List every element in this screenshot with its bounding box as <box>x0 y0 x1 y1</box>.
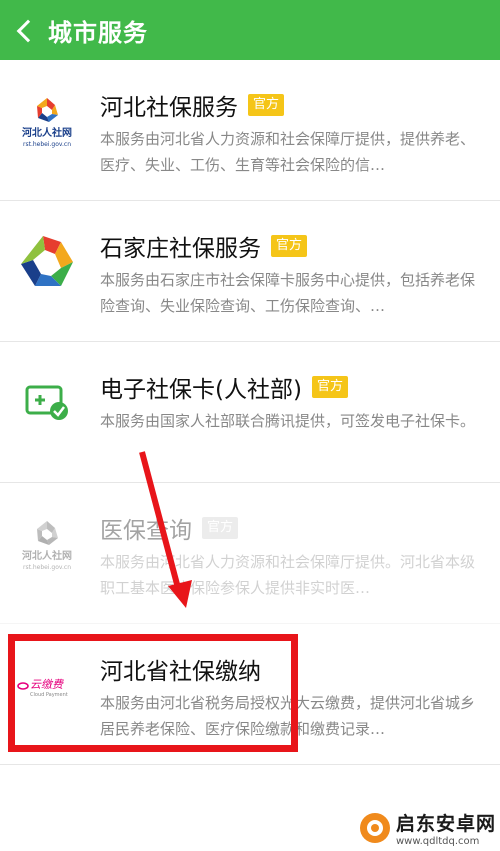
service-description: 本服务由河北省人力资源和社会保障厅提供，提供养老、医疗、失业、工伤、生育等社会保… <box>100 130 475 174</box>
service-title: 电子社保卡(人社部) <box>100 377 302 403</box>
e-card-icon <box>16 372 78 434</box>
page-title: 城市服务 <box>48 18 148 47</box>
official-badge: 官方 <box>248 94 285 116</box>
service-description: 本服务由石家庄市社会保障卡服务中心提供，包括养老保险查询、失业保险查询、工伤保险… <box>100 271 475 315</box>
header-bar: 城市服务 <box>0 0 500 60</box>
service-item-hebei-social-security[interactable]: 河北人社网 rst.hebei.gov.cn 河北社保服务 官方 本服务由河北省… <box>0 60 500 201</box>
service-description: 本服务由国家人社部联合腾讯提供，可签发电子社保卡。 <box>100 412 475 430</box>
watermark-name: 启东安卓网 <box>395 813 496 835</box>
service-item-medical-insurance-query[interactable]: 河北人社网 rst.hebei.gov.cn 医保查询 官方 本服务由河北省人力… <box>0 483 500 624</box>
official-badge: 官方 <box>271 235 308 257</box>
watermark-logo: 启东安卓网 www.qdltdq.com <box>358 809 496 847</box>
official-badge: 官方 <box>311 376 348 398</box>
shijiazhuang-icon <box>16 231 78 293</box>
logo-url: rst.hebei.gov.cn <box>23 141 71 148</box>
highlight-box <box>8 634 298 752</box>
hebei-rst-icon: 河北人社网 rst.hebei.gov.cn <box>16 90 78 152</box>
back-arrow-icon[interactable] <box>14 17 34 43</box>
service-item-electronic-social-security-card[interactable]: 电子社保卡(人社部) 官方 本服务由国家人社部联合腾讯提供，可签发电子社保卡。 <box>0 342 500 483</box>
hebei-rst-icon: 河北人社网 rst.hebei.gov.cn <box>16 513 78 575</box>
logo-caption: 河北人社网 <box>22 126 72 139</box>
service-title: 河北社保服务 <box>100 95 238 121</box>
service-item-shijiazhuang-social-security[interactable]: 石家庄社保服务 官方 本服务由石家庄市社会保障卡服务中心提供，包括养老保险查询、… <box>0 201 500 342</box>
service-description: 本服务由河北省人力资源和社会保障厅提供。河北省本级职工基本医疗保险参保人提供非实… <box>100 553 475 597</box>
logo-caption: 河北人社网 <box>22 549 72 562</box>
official-badge: 官方 <box>202 517 239 539</box>
logo-url: rst.hebei.gov.cn <box>23 564 71 571</box>
service-title: 石家庄社保服务 <box>100 236 261 262</box>
watermark-url: www.qdltdq.com <box>395 836 480 847</box>
watermark-icon <box>359 813 390 843</box>
service-title: 医保查询 <box>100 518 192 544</box>
